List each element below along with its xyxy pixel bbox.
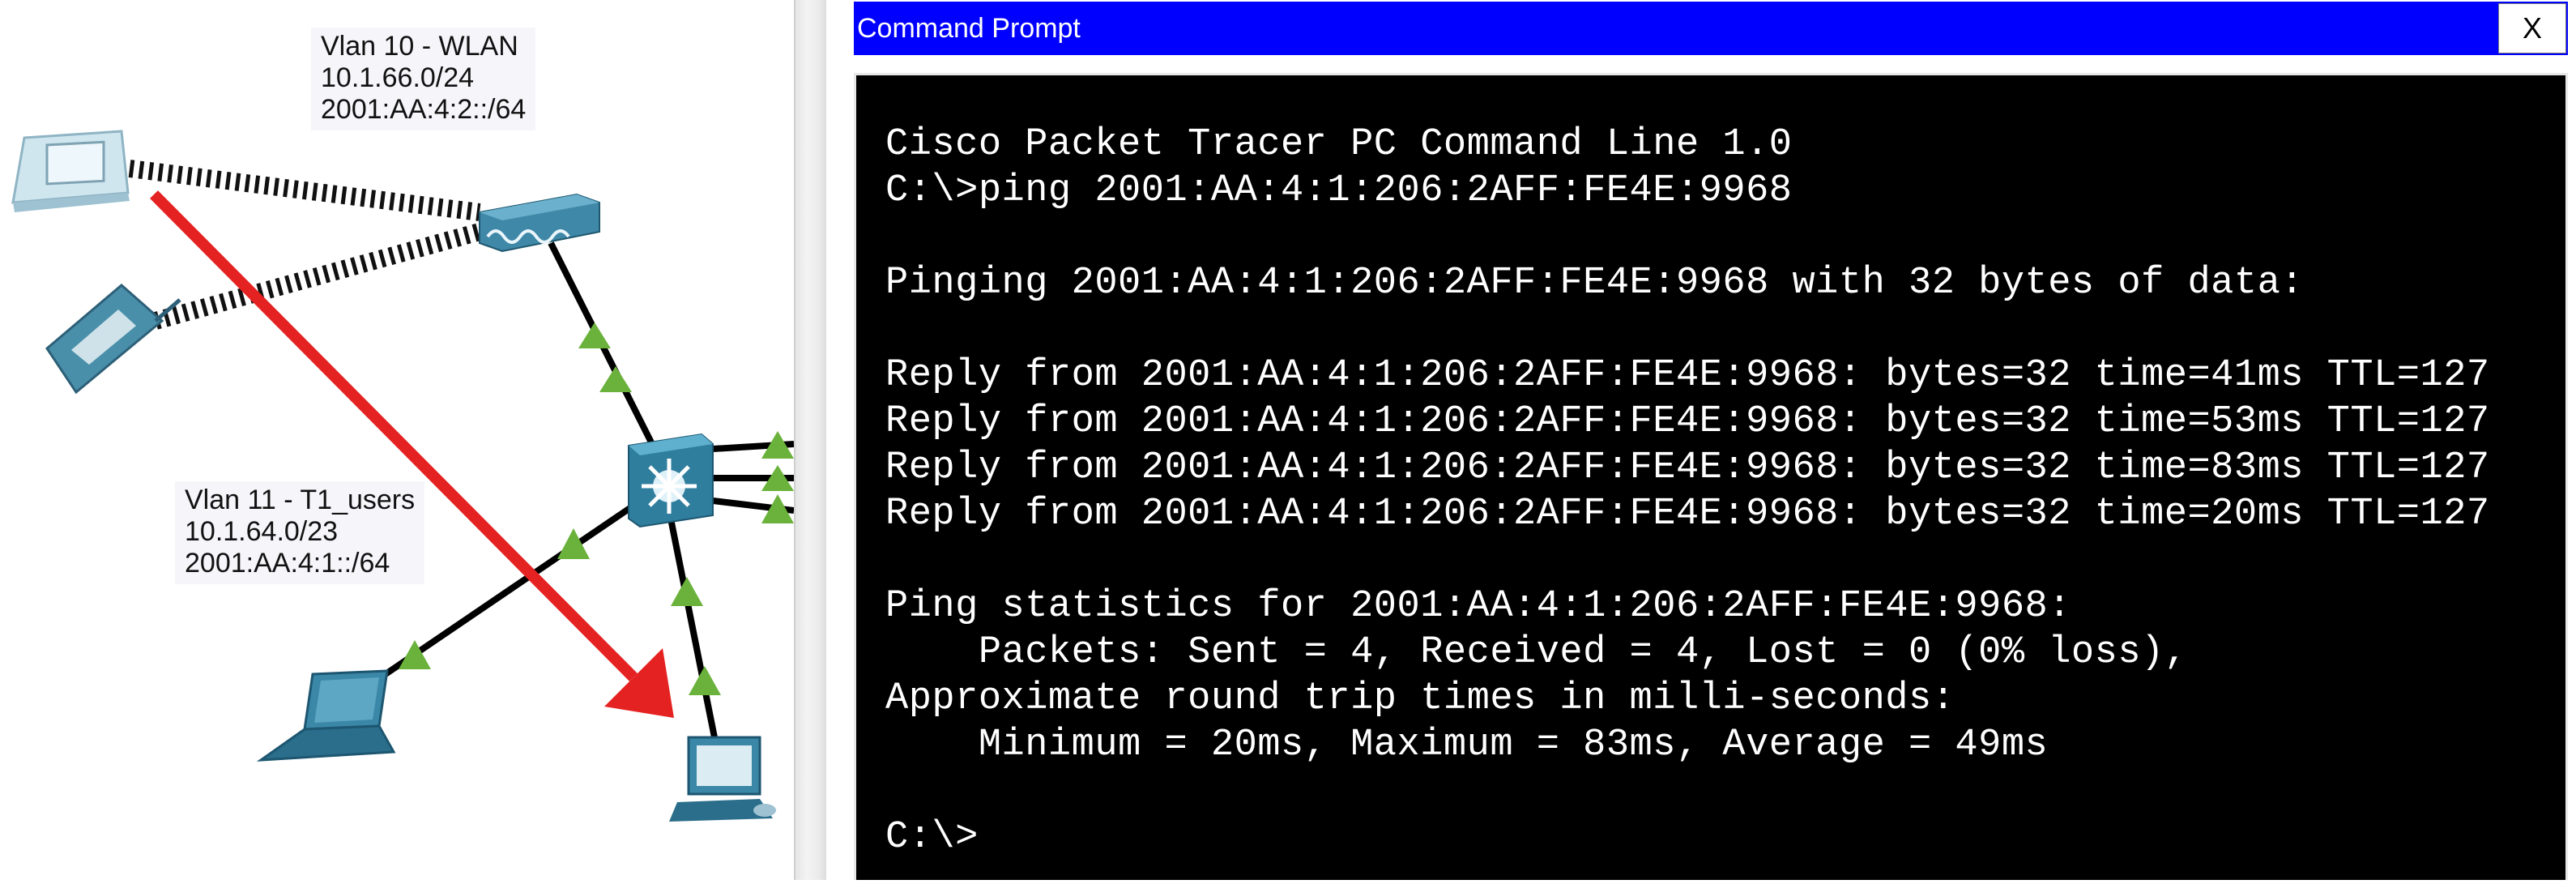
- red-arrow-icon: [150, 190, 674, 718]
- console-line: Cisco Packet Tracer PC Command Line 1.0: [885, 123, 1793, 166]
- vlan11-label: Vlan 11 - T1_users 10.1.64.0/23 2001:AA:…: [175, 481, 425, 584]
- link-up-icon: [671, 577, 703, 606]
- console-line: Reply from 2001:AA:4:1:206:2AFF:FE4E:996…: [885, 354, 2490, 397]
- panel-divider[interactable]: [794, 0, 828, 880]
- console-line: C:\>: [885, 816, 979, 859]
- console-line: Ping statistics for 2001:AA:4:1:206:2AFF…: [885, 585, 2071, 628]
- wireless-link-tablet: [128, 160, 481, 221]
- close-button[interactable]: X: [2498, 3, 2566, 53]
- console-line: Reply from 2001:AA:4:1:206:2AFF:FE4E:996…: [885, 400, 2490, 443]
- console-line: C:\>ping 2001:AA:4:1:206:2AFF:FE4E:9968: [885, 169, 1793, 212]
- access-point-icon[interactable]: [479, 193, 600, 253]
- topology-diagram: [11, 130, 795, 822]
- link-up-icon: [689, 666, 721, 695]
- console-area[interactable]: Cisco Packet Tracer PC Command Line 1.0 …: [854, 73, 2568, 880]
- console-line: Minimum = 20ms, Maximum = 83ms, Average …: [885, 724, 2049, 767]
- title-bar[interactable]: Command Prompt X: [854, 2, 2568, 55]
- console-line: Reply from 2001:AA:4:1:206:2AFF:FE4E:996…: [885, 446, 2490, 489]
- link-switch-pc: [667, 518, 718, 738]
- link-up-icon: [578, 322, 611, 348]
- pda-icon[interactable]: [45, 284, 181, 395]
- tablet-icon[interactable]: [11, 130, 130, 212]
- link-up-icon: [557, 528, 590, 559]
- console-line: Approximate round trip times in milli-se…: [885, 677, 1955, 720]
- multilayer-switch-icon[interactable]: [628, 433, 714, 528]
- vlan10-label: Vlan 10 - WLAN 10.1.66.0/24 2001:AA:4:2:…: [311, 28, 536, 130]
- console-line: Pinging 2001:AA:4:1:206:2AFF:FE4E:9968 w…: [885, 262, 2304, 305]
- command-prompt-window: Command Prompt X Cisco Packet Tracer PC …: [826, 0, 2576, 880]
- console-line: Reply from 2001:AA:4:1:206:2AFF:FE4E:996…: [885, 493, 2490, 536]
- laptop-icon[interactable]: [256, 669, 396, 762]
- topology-canvas[interactable]: Vlan 10 - WLAN 10.1.66.0/24 2001:AA:4:2:…: [0, 0, 795, 880]
- link-up-icon: [599, 366, 632, 392]
- pc-icon[interactable]: [669, 736, 776, 822]
- console-line: Packets: Sent = 4, Received = 4, Lost = …: [885, 631, 2188, 674]
- console-output: Cisco Packet Tracer PC Command Line 1.0 …: [885, 122, 2490, 861]
- window-title: Command Prompt: [857, 13, 1081, 44]
